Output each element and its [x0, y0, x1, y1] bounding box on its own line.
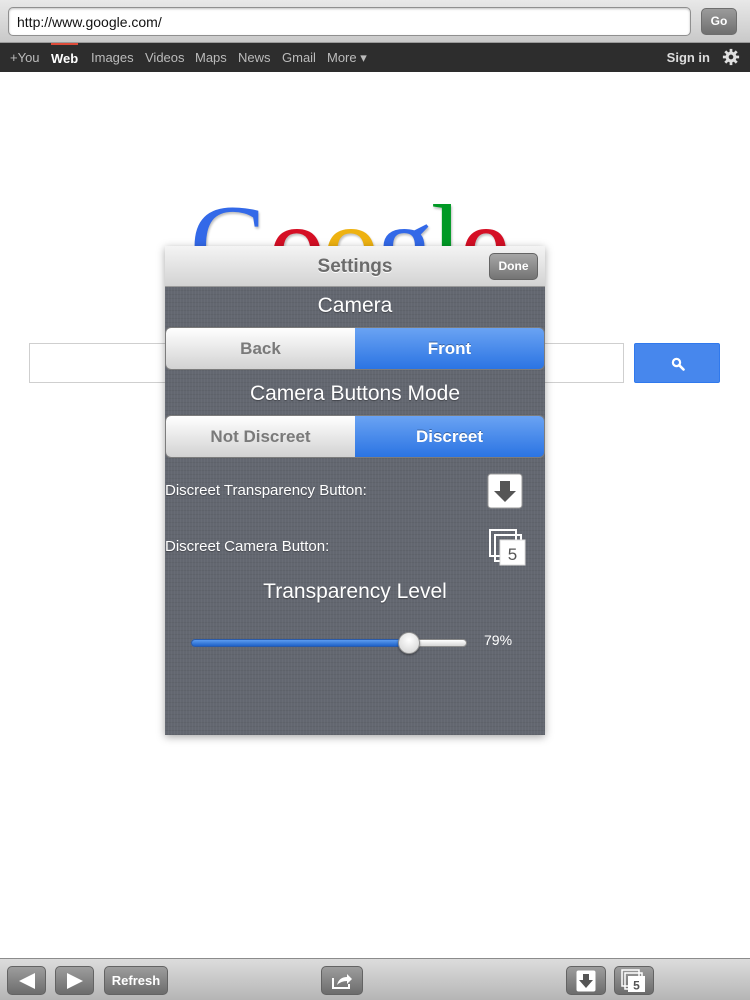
stacked-5-icon[interactable]: 5 [489, 529, 527, 567]
forward-button[interactable] [55, 966, 94, 995]
go-button[interactable]: Go [701, 8, 737, 35]
transparency-toolbar-button[interactable] [566, 966, 606, 995]
logo-letter: G [190, 183, 271, 255]
slider-thumb[interactable] [398, 632, 421, 654]
camera-toolbar-button[interactable]: 5 [614, 966, 654, 995]
address-bar: Go [0, 0, 750, 43]
camera-front-option[interactable]: Front [355, 328, 544, 369]
settings-title: Settings [317, 256, 393, 277]
sign-in-link[interactable]: Sign in [667, 43, 710, 72]
transparency-button-label: Discreet Transparency Button: [165, 482, 367, 499]
buttons-mode-segmented-control: Not Discreet Discreet [165, 415, 545, 458]
back-arrow-icon [18, 972, 35, 989]
nav-images[interactable]: Images [91, 43, 134, 72]
transparency-slider[interactable] [191, 632, 467, 654]
discreet-option[interactable]: Discreet [355, 416, 544, 457]
nav-more[interactable]: More ▾ [327, 43, 367, 72]
refresh-button[interactable]: Refresh [104, 966, 168, 995]
back-button[interactable] [7, 966, 46, 995]
logo-letter: g [376, 183, 433, 255]
down-arrow-icon [576, 970, 596, 991]
settings-header: Settings Done [165, 246, 545, 287]
down-arrow-icon[interactable] [487, 473, 523, 509]
nav-videos[interactable]: Videos [145, 43, 185, 72]
forward-arrow-icon [66, 972, 83, 989]
gear-icon[interactable] [722, 48, 740, 66]
logo-letter: o [322, 183, 379, 255]
nav-gmail[interactable]: Gmail [282, 43, 316, 72]
logo-letter: o [268, 183, 325, 255]
google-logo: Google [190, 170, 560, 255]
nav-plus-you[interactable]: +You [10, 43, 40, 72]
logo-letter: e [460, 183, 510, 255]
transparency-value: 79% [484, 632, 513, 648]
logo-letter: l [430, 183, 462, 255]
buttons-mode-label: Camera Buttons Mode [249, 382, 461, 405]
slider-fill [191, 639, 410, 647]
share-button[interactable] [321, 966, 363, 995]
not-discreet-option[interactable]: Not Discreet [166, 416, 355, 457]
done-button[interactable]: Done [489, 253, 538, 280]
camera-label: Camera [317, 294, 393, 317]
url-input[interactable] [8, 7, 691, 36]
search-button[interactable] [634, 343, 720, 383]
settings-panel: Settings Done Camera Back Front Camera B… [165, 246, 545, 735]
stacked-5-icon: 5 [621, 968, 645, 992]
nav-web[interactable]: Web [51, 43, 79, 72]
camera-button-label: Discreet Camera Button: [165, 538, 330, 555]
camera-back-option[interactable]: Back [166, 328, 355, 369]
bottom-toolbar: Refresh 5 [0, 958, 750, 1000]
google-nav-bar: +You Web Images Videos Maps News Gmail M… [0, 43, 750, 72]
stacked-5-digit: 5 [633, 978, 640, 992]
nav-news[interactable]: News [238, 43, 271, 72]
share-icon [332, 973, 352, 989]
transparency-level-label: Transparency Level [263, 580, 447, 603]
camera-segmented-control: Back Front [165, 327, 545, 370]
magnifier-icon [671, 357, 685, 371]
stacked-5-digit: 5 [508, 545, 517, 564]
nav-maps[interactable]: Maps [195, 43, 227, 72]
screen: Go +You Web Images Videos Maps News Gmai… [0, 0, 750, 1000]
